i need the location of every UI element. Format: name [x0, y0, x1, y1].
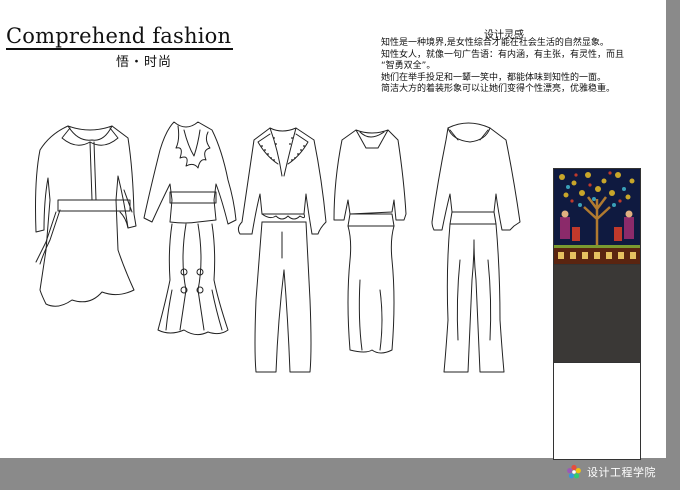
footer-label: 设计工程学院	[587, 466, 656, 479]
sketch-embroidered-top-trousers	[237, 127, 327, 373]
design-sheet: Comprehend fashion 悟・时尚 设计灵感 知性是一种境界,是女性…	[0, 0, 666, 460]
tree-of-life-motif	[554, 169, 640, 264]
sketch-top-long-skirt	[333, 129, 407, 354]
sketch-ruffle-blouse-skirt	[143, 121, 237, 336]
fabric-swatch-dark	[553, 264, 641, 364]
footer-branding: 设计工程学院	[566, 464, 656, 480]
sketch-collared-top-trousers	[431, 122, 521, 373]
fabric-print-swatch	[553, 168, 641, 265]
flower-logo-icon	[567, 464, 581, 479]
sketch-collared-dress	[35, 125, 137, 307]
fabric-swatch-white	[553, 362, 641, 460]
